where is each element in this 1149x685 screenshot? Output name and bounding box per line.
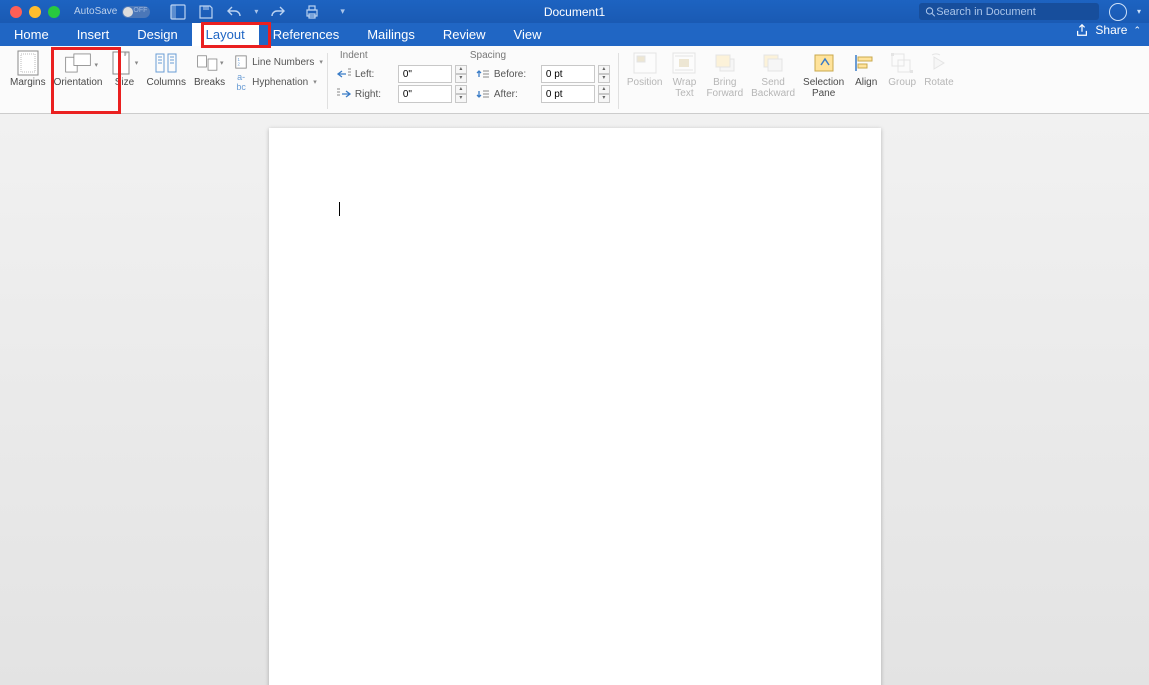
spacing-after-icon — [475, 87, 491, 101]
autosave-label: AutoSave — [74, 6, 117, 17]
spacing-before-input[interactable] — [541, 65, 595, 83]
tab-view[interactable]: View — [500, 23, 556, 46]
hyphenation-icon: a-bc — [233, 72, 249, 92]
indent-right-label: Right: — [355, 89, 395, 100]
tab-insert[interactable]: Insert — [63, 23, 124, 46]
margins-icon — [14, 51, 42, 75]
tab-review[interactable]: Review — [429, 23, 500, 46]
columns-icon — [152, 51, 180, 75]
traffic-lights — [0, 6, 60, 18]
chevron-down-icon: ▾ — [319, 58, 323, 66]
home-pane-icon[interactable] — [170, 4, 186, 20]
hyphenation-button[interactable]: a-bc Hyphenation▾ — [233, 73, 323, 91]
spacing-before-label: Before: — [494, 69, 538, 80]
toggle-switch-icon: OFF — [122, 6, 150, 18]
selection-pane-icon — [810, 51, 838, 75]
text-cursor — [339, 202, 340, 216]
chevron-down-icon: ▾ — [95, 61, 99, 69]
breaks-button[interactable]: ▾ Breaks — [190, 49, 229, 113]
separator — [618, 53, 619, 109]
maximize-window-button[interactable] — [48, 6, 60, 18]
indent-header: Indent — [336, 49, 466, 61]
size-button[interactable]: ▾ Size — [107, 49, 143, 113]
autosave-toggle[interactable]: AutoSave OFF — [74, 6, 150, 18]
breaks-icon: ▾ — [196, 51, 224, 75]
rotate-icon — [925, 51, 953, 75]
rotate-button: Rotate — [920, 49, 957, 113]
position-icon — [631, 51, 659, 75]
bring-forward-button: Bring Forward — [702, 49, 747, 113]
search-icon — [925, 6, 936, 18]
indent-left-icon — [336, 67, 352, 81]
indent-left-label: Left: — [355, 69, 395, 80]
columns-button[interactable]: Columns — [143, 49, 190, 113]
tab-mailings[interactable]: Mailings — [353, 23, 429, 46]
quick-access-toolbar: ▾ ▾ — [170, 4, 345, 20]
spacing-header: Spacing — [466, 49, 506, 61]
undo-dropdown-icon[interactable]: ▾ — [254, 7, 258, 16]
indent-left-spinner[interactable]: ▴▾ — [455, 65, 467, 83]
qat-customize-icon[interactable]: ▾ — [340, 6, 345, 17]
send-backward-icon — [759, 51, 787, 75]
line-numbers-icon: 12 — [233, 55, 249, 69]
indent-right-icon — [336, 87, 352, 101]
group-icon — [888, 51, 916, 75]
print-icon[interactable] — [304, 4, 320, 20]
orientation-button[interactable]: ▾ Orientation — [50, 49, 107, 113]
margins-button[interactable]: Margins — [6, 49, 50, 113]
tab-home[interactable]: Home — [0, 23, 63, 46]
chevron-down-icon: ▾ — [313, 78, 317, 86]
tab-references[interactable]: References — [259, 23, 353, 46]
undo-icon[interactable] — [226, 4, 242, 20]
wrap-text-icon — [670, 51, 698, 75]
wrap-text-button: Wrap Text — [666, 49, 702, 113]
indent-right-input[interactable] — [398, 85, 452, 103]
document-page[interactable] — [269, 128, 881, 685]
minimize-window-button[interactable] — [29, 6, 41, 18]
search-input[interactable] — [936, 6, 1093, 18]
save-icon[interactable] — [198, 4, 214, 20]
indent-right-spinner[interactable]: ▴▾ — [455, 85, 467, 103]
tab-layout[interactable]: Layout — [192, 23, 259, 46]
account-dropdown-icon[interactable]: ▾ — [1137, 7, 1141, 16]
spacing-before-spinner[interactable]: ▴▾ — [598, 65, 610, 83]
document-canvas[interactable] — [0, 114, 1149, 685]
spacing-after-label: After: — [494, 89, 538, 100]
ribbon-layout: Margins ▾ Orientation ▾ Size Columns ▾ B… — [0, 46, 1149, 114]
indent-left-input[interactable] — [398, 65, 452, 83]
chevron-up-icon[interactable]: ⌃ — [1133, 25, 1141, 36]
close-window-button[interactable] — [10, 6, 22, 18]
share-icon — [1075, 23, 1089, 37]
orientation-icon: ▾ — [64, 51, 92, 75]
size-icon: ▾ — [111, 51, 139, 75]
spacing-after-spinner[interactable]: ▴▾ — [598, 85, 610, 103]
send-backward-button: Send Backward — [747, 49, 799, 113]
tab-design[interactable]: Design — [123, 23, 191, 46]
spacing-after-input[interactable] — [541, 85, 595, 103]
document-title: Document1 — [544, 5, 605, 19]
align-button[interactable]: Align — [848, 49, 884, 113]
separator — [327, 53, 328, 109]
line-numbers-button[interactable]: 12 Line Numbers▾ — [233, 53, 323, 71]
feedback-smiley-icon[interactable] — [1109, 3, 1127, 21]
window-titlebar: AutoSave OFF ▾ ▾ Document1 ▾ — [0, 0, 1149, 23]
group-button: Group — [884, 49, 920, 113]
chevron-down-icon: ▾ — [135, 59, 139, 67]
selection-pane-button[interactable]: Selection Pane — [799, 49, 848, 113]
position-button: Position — [623, 49, 667, 113]
redo-icon[interactable] — [270, 4, 286, 20]
align-icon — [852, 51, 880, 75]
spacing-before-icon — [475, 67, 491, 81]
search-box[interactable] — [919, 3, 1099, 20]
share-button[interactable]: Share ⌃ — [1075, 23, 1141, 37]
ribbon-tabbar: Home Insert Design Layout References Mai… — [0, 23, 1149, 46]
bring-forward-icon — [711, 51, 739, 75]
chevron-down-icon: ▾ — [220, 59, 224, 67]
